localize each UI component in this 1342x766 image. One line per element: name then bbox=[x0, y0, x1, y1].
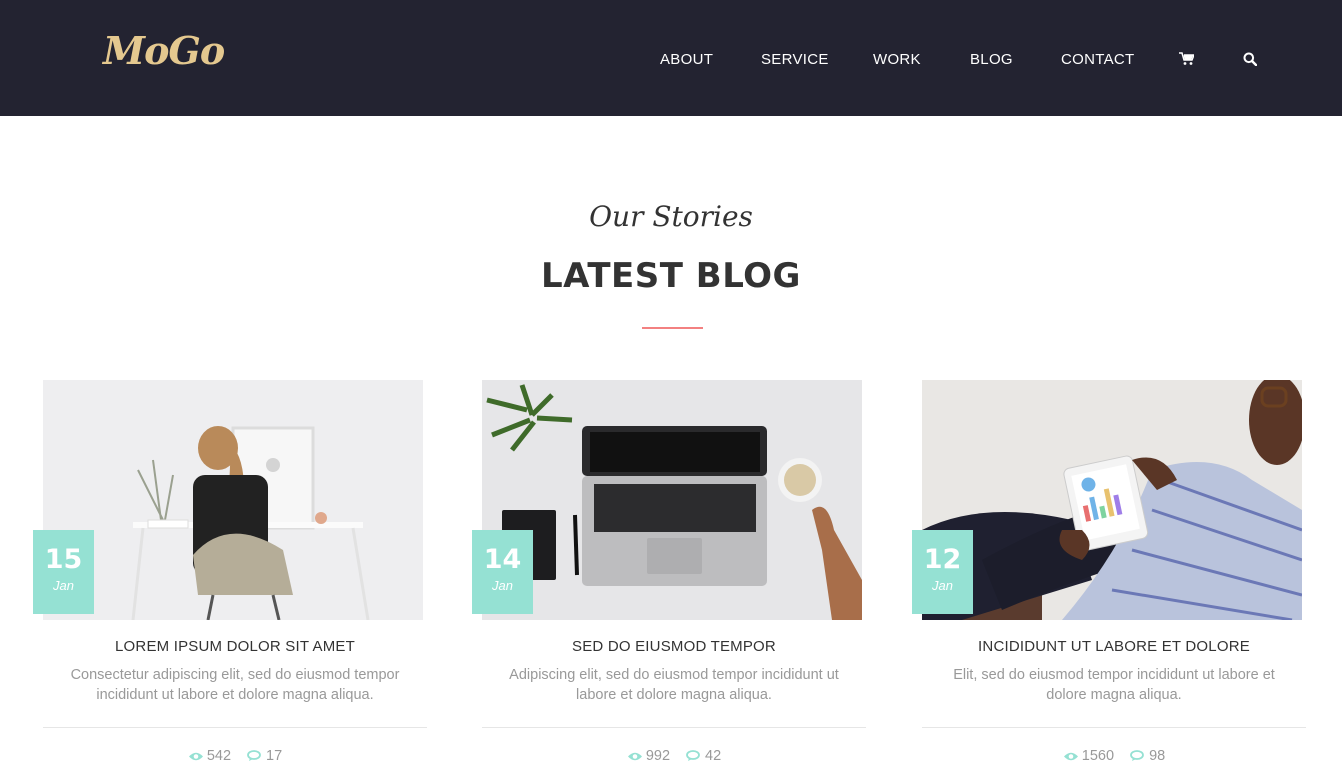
nav-blog[interactable]: BLOG bbox=[970, 51, 1013, 68]
blog-image[interactable] bbox=[43, 380, 423, 620]
eye-icon bbox=[627, 752, 642, 760]
post-stats: 992 42 bbox=[482, 748, 866, 766]
blog-excerpt: Adipiscing elit, sed do eiusmod tempor i… bbox=[509, 667, 839, 703]
post-stats: 542 17 bbox=[43, 748, 427, 766]
nav-about[interactable]: ABOUT bbox=[660, 51, 713, 68]
date-month: Jan bbox=[53, 578, 74, 593]
blog-card[interactable]: 14 Jan SED DO EIUSMOD TEMPOR Adipiscing … bbox=[472, 380, 866, 766]
date-badge: 14 Jan bbox=[472, 530, 533, 614]
blog-card[interactable]: 15 Jan LOREM IPSUM DOLOR SIT AMET Consec… bbox=[33, 380, 427, 766]
views-stat: 542 bbox=[188, 748, 231, 764]
post-stats: 1560 98 bbox=[922, 748, 1306, 766]
card-divider bbox=[482, 727, 866, 728]
blog-image[interactable] bbox=[922, 380, 1302, 620]
comments-count: 98 bbox=[1149, 748, 1166, 764]
comment-icon bbox=[247, 750, 261, 762]
main-nav: ABOUT SERVICE WORK BLOG CONTACT bbox=[0, 51, 1342, 71]
title-divider bbox=[642, 327, 703, 329]
comment-icon bbox=[1130, 750, 1144, 762]
views-count: 1560 bbox=[1081, 748, 1115, 764]
date-day: 15 bbox=[44, 544, 83, 575]
card-divider bbox=[922, 727, 1306, 728]
date-month: Jan bbox=[492, 578, 513, 593]
date-day: 14 bbox=[483, 544, 522, 575]
comments-count: 17 bbox=[266, 748, 283, 764]
views-count: 992 bbox=[645, 748, 671, 764]
eye-icon bbox=[188, 752, 203, 760]
card-divider bbox=[43, 727, 427, 728]
comments-count: 42 bbox=[705, 748, 722, 764]
nav-contact[interactable]: CONTACT bbox=[1061, 51, 1134, 68]
date-month: Jan bbox=[932, 578, 953, 593]
views-stat: 1560 bbox=[1063, 748, 1114, 764]
blog-card[interactable]: 12 Jan INCIDIDUNT UT LABORE ET DOLORE El… bbox=[912, 380, 1306, 766]
blog-title[interactable]: SED DO EIUSMOD TEMPOR bbox=[482, 638, 866, 655]
nav-service[interactable]: SERVICE bbox=[761, 51, 829, 68]
blog-title[interactable]: LOREM IPSUM DOLOR SIT AMET bbox=[43, 638, 427, 655]
date-badge: 15 Jan bbox=[33, 530, 94, 614]
comment-icon bbox=[686, 750, 700, 762]
section-subtitle: Our Stories bbox=[589, 200, 753, 233]
comments-stat: 42 bbox=[686, 748, 721, 764]
blog-excerpt: Elit, sed do eiusmod tempor incididunt u… bbox=[953, 667, 1275, 703]
blog-title[interactable]: INCIDIDUNT UT LABORE ET DOLORE bbox=[922, 638, 1306, 655]
comments-stat: 17 bbox=[247, 748, 282, 764]
date-badge: 12 Jan bbox=[912, 530, 973, 614]
nav-work[interactable]: WORK bbox=[873, 51, 921, 68]
blog-excerpt: Consectetur adipiscing elit, sed do eius… bbox=[70, 667, 400, 703]
date-day: 12 bbox=[923, 544, 962, 575]
blog-image[interactable] bbox=[482, 380, 862, 620]
views-count: 542 bbox=[206, 748, 232, 764]
section-title: LATEST BLOG bbox=[541, 256, 801, 296]
eye-icon bbox=[1063, 752, 1078, 760]
search-icon[interactable] bbox=[1243, 52, 1259, 68]
views-stat: 992 bbox=[627, 748, 670, 764]
cart-icon[interactable] bbox=[1179, 52, 1196, 68]
comments-stat: 98 bbox=[1130, 748, 1165, 764]
site-header: MoGo ABOUT SERVICE WORK BLOG CONTACT bbox=[0, 0, 1342, 116]
